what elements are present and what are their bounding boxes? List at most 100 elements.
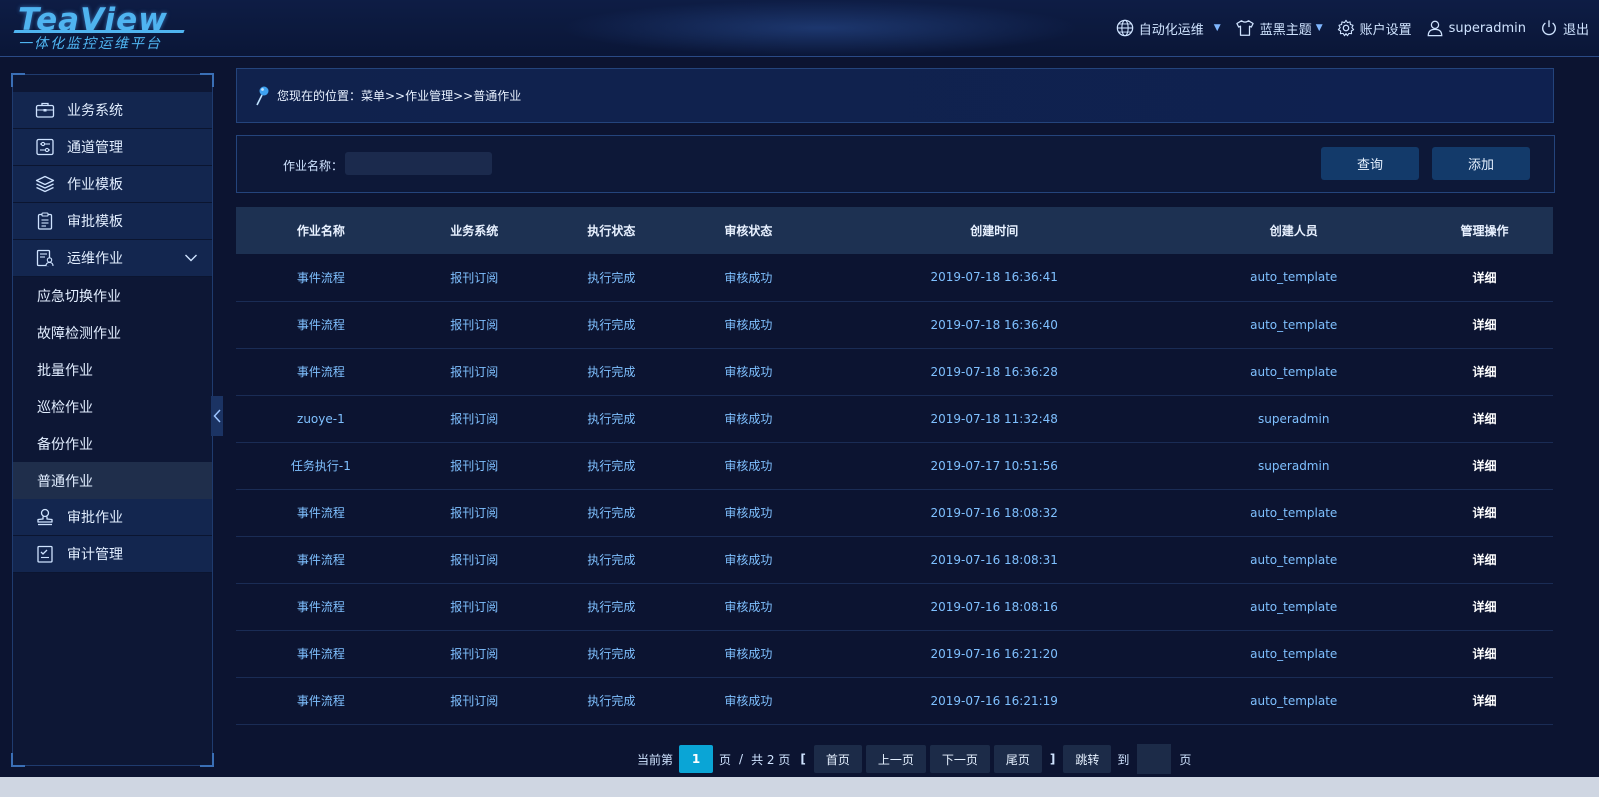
sidebar-item-label: 审批模板: [67, 214, 123, 230]
logout-link[interactable]: 退出: [1540, 19, 1589, 38]
chevron-down-icon: ▼: [1315, 23, 1323, 33]
top-nav: 自动化运维 ▼ 蓝黑主题 ▼ 账户设置 superadmin 退出: [1102, 0, 1589, 56]
table-cell: 执行完成: [587, 647, 636, 661]
table-cell: 执行完成: [587, 553, 636, 567]
table-cell: 2019-07-18 16:36:40: [930, 317, 1058, 332]
column-header: 创建人员: [1269, 224, 1318, 238]
sidebar-item-label: 业务系统: [67, 103, 123, 119]
table-cell: 报刊订阅: [450, 459, 499, 473]
table-cell: 报刊订阅: [450, 506, 499, 520]
username: superadmin: [1448, 20, 1526, 36]
job-name-input[interactable]: [345, 152, 492, 175]
table-header-row: 作业名称 业务系统 执行状态 审核状态 创建时间 创建人员 管理操作: [236, 207, 1553, 254]
pager-current-label: 当前第: [637, 752, 674, 767]
detail-link[interactable]: 详细: [1416, 583, 1553, 630]
sidebar-item-ops-job[interactable]: 运维作业: [13, 240, 212, 277]
table-cell: 审核成功: [724, 270, 773, 285]
sidebar-item-approval-job[interactable]: 审批作业: [13, 499, 212, 536]
column-header: 作业名称: [296, 224, 345, 238]
detail-link[interactable]: 详细: [1416, 630, 1553, 677]
pager-current-page[interactable]: 1: [679, 745, 714, 773]
pager-next-button[interactable]: 下一页: [929, 745, 990, 773]
sidebar-item-approval-template[interactable]: 审批模板: [13, 203, 212, 240]
pager-close-bracket: ]: [1049, 752, 1056, 766]
detail-link[interactable]: 详细: [1416, 395, 1553, 442]
sidebar-item-label: 审计管理: [67, 547, 123, 563]
sliders-icon: [36, 138, 54, 156]
table-cell: 审核成功: [724, 694, 773, 708]
query-button[interactable]: 查询: [1321, 147, 1419, 180]
chevron-left-icon: [213, 409, 221, 423]
shirt-icon: [1235, 20, 1254, 36]
table-cell: 执行完成: [587, 270, 636, 285]
user-menu[interactable]: superadmin: [1426, 19, 1526, 37]
table-cell: 报刊订阅: [450, 600, 499, 614]
pager-prev-button[interactable]: 上一页: [865, 745, 926, 773]
sidebar-item-label: 运维作业: [67, 251, 123, 267]
frame-corner: [200, 753, 214, 767]
table-cell: 执行完成: [587, 506, 636, 520]
pager-open-bracket: [: [800, 752, 806, 766]
sidebar-collapse-handle[interactable]: [211, 396, 223, 436]
table-row: 事件流程 报刊订阅 执行完成 审核成功 2019-07-16 16:21:19 auto_…: [236, 677, 1553, 724]
detail-link[interactable]: 详细: [1416, 536, 1553, 583]
stamp-icon: [37, 508, 53, 526]
pager-last-button[interactable]: 尾页: [993, 745, 1042, 773]
pager-jump-button[interactable]: 跳转: [1063, 745, 1112, 773]
sidebar-subitem-inspection[interactable]: 巡检作业: [13, 388, 212, 425]
table-cell: 执行完成: [587, 694, 636, 708]
sidebar-subitem-backup[interactable]: 备份作业: [13, 425, 212, 462]
gear-icon: [1337, 19, 1354, 37]
pager-page-input[interactable]: [1137, 744, 1172, 774]
user-doc-icon: [36, 249, 54, 267]
pagination: 当前第 1 页 / 共 2 页 [ 首页 上一页 下一页 尾页 ] 跳转 到 页: [633, 744, 1195, 774]
sidebar-item-audit[interactable]: 审计管理: [13, 536, 212, 573]
detail-link[interactable]: 详细: [1416, 254, 1553, 301]
pager-to-label: 到: [1117, 752, 1130, 767]
sidebar: 业务系统 通道管理 作业模板 审批模板 运维作业 应急切换作业 故障检测作业 批…: [11, 73, 214, 767]
theme-menu[interactable]: 蓝黑主题 ▼: [1235, 19, 1323, 38]
column-header: 管理操作: [1460, 224, 1509, 238]
table-cell: 2019-07-16 16:21:19: [930, 693, 1058, 708]
detail-link[interactable]: 详细: [1416, 489, 1553, 536]
chevron-down-icon: [185, 254, 197, 262]
logo: TeaView 一体化监控运维平台: [13, 2, 194, 52]
detail-link[interactable]: 详细: [1416, 301, 1553, 348]
add-button[interactable]: 添加: [1432, 147, 1530, 180]
jobs-table: 作业名称 业务系统 执行状态 审核状态 创建时间 创建人员 管理操作 事件流程 报刊订阅 执行完…: [236, 207, 1553, 725]
table-row: 事件流程 报刊订阅 执行完成 审核成功 2019-07-16 18:08:16 auto_…: [236, 583, 1553, 630]
sidebar-subitem-normal[interactable]: 普通作业: [13, 462, 212, 499]
layers-icon: [35, 175, 55, 193]
detail-link[interactable]: 详细: [1416, 677, 1553, 724]
sidebar-subitem-batch[interactable]: 批量作业: [13, 351, 212, 388]
taskbar: [0, 777, 1599, 797]
pager-first-button[interactable]: 首页: [813, 745, 862, 773]
table-cell: 事件流程: [296, 647, 345, 661]
table-cell: 2019-07-16 18:08:32: [930, 505, 1058, 520]
detail-link[interactable]: 详细: [1416, 348, 1553, 395]
sidebar-item-job-template[interactable]: 作业模板: [13, 166, 212, 203]
top-header: TeaView 一体化监控运维平台 自动化运维 ▼ 蓝黑主题 ▼ 账户设置 su…: [0, 0, 1599, 57]
pager-separator: /: [739, 752, 744, 766]
table-cell: 执行完成: [587, 318, 636, 332]
sidebar-item-business-system[interactable]: 业务系统: [13, 92, 212, 129]
automation-menu[interactable]: 自动化运维 ▼: [1116, 19, 1221, 38]
table-cell: auto_template: [1250, 364, 1338, 379]
table-cell: 执行完成: [587, 365, 636, 379]
account-settings-label: 账户设置: [1359, 22, 1412, 38]
scrollbar[interactable]: [1553, 68, 1568, 123]
table-cell: 审核成功: [724, 553, 773, 567]
table-cell: 执行完成: [587, 600, 636, 614]
table-cell: 任务执行-1: [290, 459, 351, 473]
table-cell: 审核成功: [724, 459, 773, 473]
table-cell: superadmin: [1258, 411, 1330, 426]
sidebar-subitem-emergency-switch[interactable]: 应急切换作业: [13, 277, 212, 314]
account-settings-link[interactable]: 账户设置: [1337, 19, 1412, 38]
clipboard-icon: [37, 212, 53, 230]
detail-link[interactable]: 详细: [1416, 442, 1553, 489]
sidebar-subitem-fault-detection[interactable]: 故障检测作业: [13, 314, 212, 351]
column-header: 审核状态: [724, 224, 773, 238]
table-row: 事件流程 报刊订阅 执行完成 审核成功 2019-07-18 16:36:28 auto_…: [236, 348, 1553, 395]
sidebar-item-channel[interactable]: 通道管理: [13, 129, 212, 166]
table-cell: 报刊订阅: [450, 647, 499, 661]
